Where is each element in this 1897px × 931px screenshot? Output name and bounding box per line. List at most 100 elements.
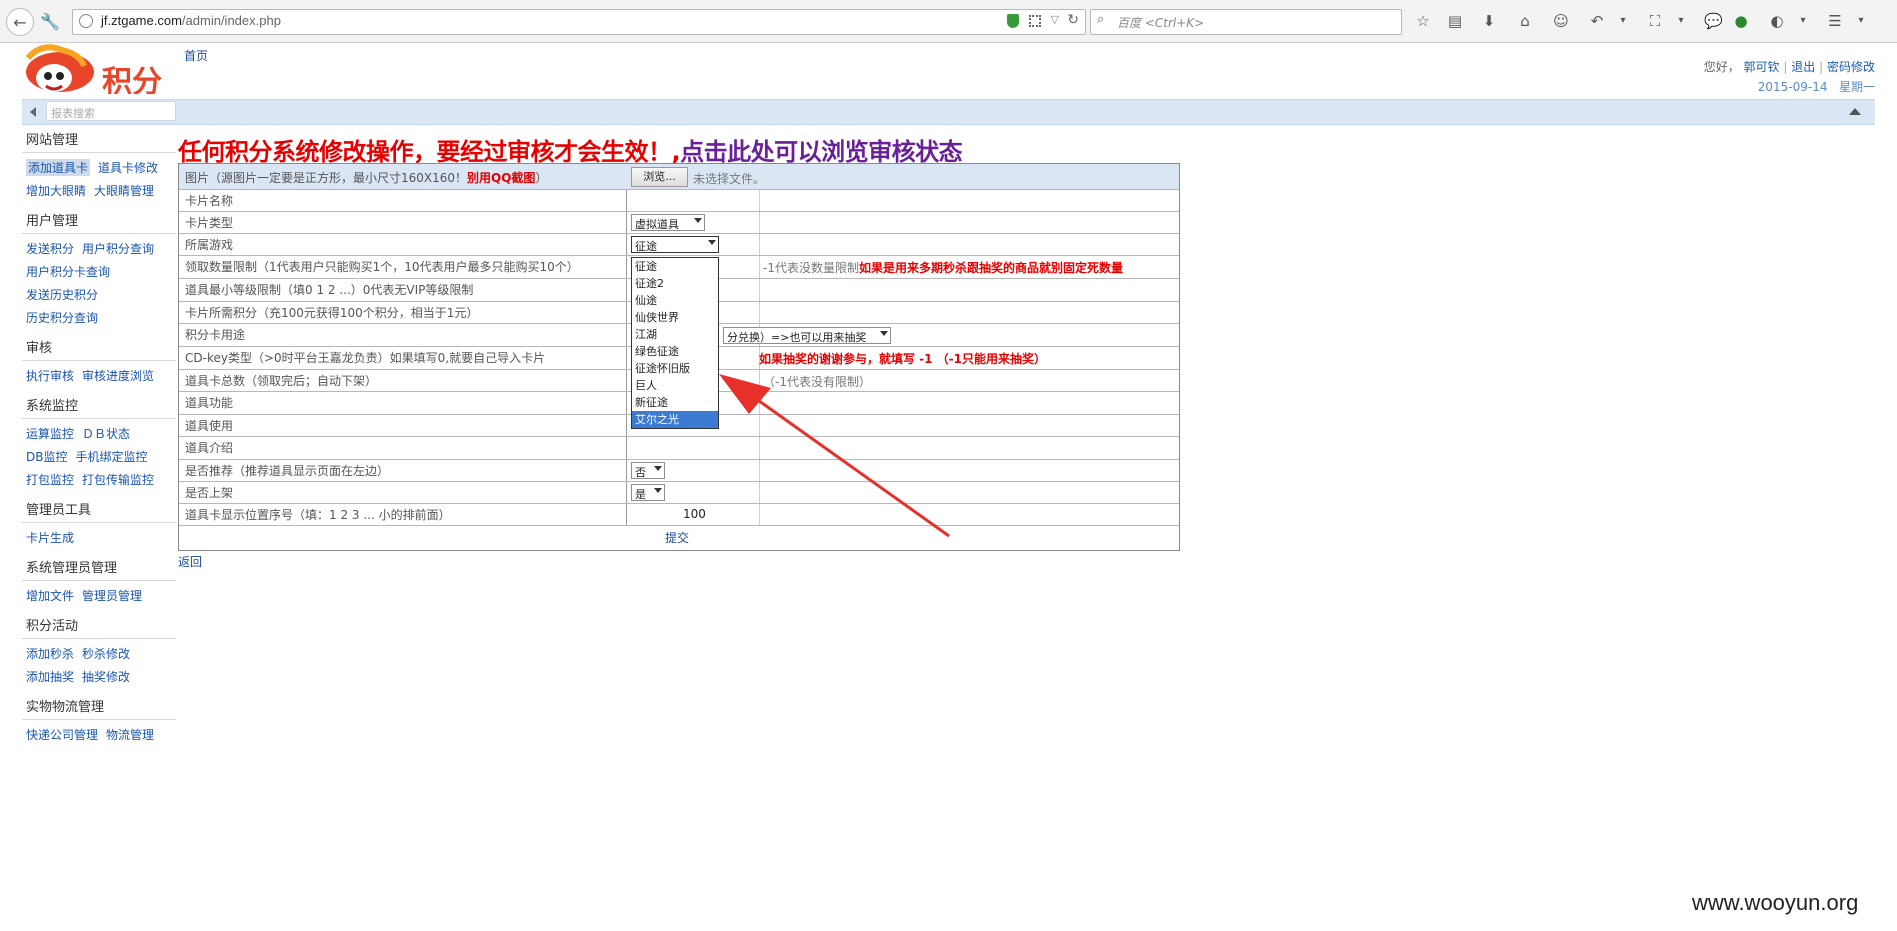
game-option[interactable]: 征途 [632,258,718,275]
qrcode-icon[interactable] [1029,15,1041,27]
order-input[interactable]: 100 [683,507,706,521]
form-row-card-name: 卡片名称 [179,190,1179,212]
sidebar-item[interactable]: 快递公司管理 [26,726,98,743]
dropdown-icon[interactable]: ▾ [1852,12,1870,30]
usage-select[interactable]: 分兑换）=>也可以用来抽奖 [723,327,891,344]
form-row-game: 所属游戏 征途 [179,234,1179,256]
sidebar-item[interactable]: 发送积分 [26,240,74,257]
sidebar-item[interactable]: 执行审核 [26,367,74,384]
sidebar-item[interactable]: ＤＢ状态 [82,425,130,442]
form-row-recommend: 是否推荐（推荐道具显示页面在左边） 否 [179,460,1179,482]
sidebar-item[interactable]: 手机绑定监控 [75,448,147,465]
sidebar-row: 增加文件 管理员管理 [22,585,176,608]
sidebar-row: 添加抽奖 抽奖修改 [22,666,176,689]
sidebar-item[interactable]: 抽奖修改 [82,668,130,685]
game-select[interactable]: 征途 [631,236,719,253]
emoji-icon[interactable]: ☺ [1552,12,1570,30]
sidebar-item[interactable]: 历史积分查询 [26,309,98,326]
sidebar-item[interactable]: 用户积分卡查询 [26,263,110,280]
sidebar-item[interactable]: 运算监控 [26,425,74,442]
date-display: 2015-09-14 星期一 [1757,80,1875,94]
sidebar-item[interactable]: 审核进度浏览 [82,367,154,384]
game-option[interactable]: 巨人 [632,377,718,394]
security-shield-icon[interactable] [1007,14,1019,28]
menu-icon[interactable]: ☰ [1826,12,1844,30]
history-dropdown-icon[interactable]: ▽ [1051,13,1059,26]
recommend-select[interactable]: 否 [631,462,665,479]
form-row-submit: 提交 [179,526,1179,550]
back-button[interactable]: ← [6,8,34,36]
home-link[interactable]: 首页 [184,47,208,64]
undo-icon[interactable]: ↶ [1588,12,1606,30]
sidebar-item[interactable]: 秒杀修改 [82,645,130,662]
audit-notice[interactable]: 任何积分系统修改操作，要经过审核才会生效！,点击此处可以浏览审核状态 [178,132,963,167]
search-placeholder: 百度 <Ctrl+K> [1117,16,1205,30]
sidebar-item[interactable]: 增加大眼睛 [26,182,86,199]
sidebar-section-title: 网站管理 [22,126,176,153]
url-text: jf.ztgame.com/admin/index.php [101,13,281,28]
sidebar-item[interactable]: 卡片生成 [26,529,74,546]
sidebar-item[interactable]: 大眼睛管理 [94,182,154,199]
sidebar-section-title: 系统监控 [22,392,176,419]
sidebar-section-title: 用户管理 [22,207,176,234]
browser-toolbar: ← 🔧 jf.ztgame.com/admin/index.php ▽ ↻ ⌕ … [0,0,1897,43]
sidebar-item[interactable]: 道具卡修改 [98,159,158,176]
sidebar-item[interactable]: 增加文件 [26,587,74,604]
sidebar-item[interactable]: 物流管理 [106,726,154,743]
sidebar-item[interactable]: 添加抽奖 [26,668,74,685]
chat-icon[interactable]: 💬 [1704,12,1723,30]
sidebar-item[interactable]: 发送历史积分 [26,286,98,303]
form-row-intro: 道具介绍 [179,437,1179,460]
card-type-select[interactable]: 虚拟道具 [631,214,705,231]
eye-icon[interactable]: ◐ [1768,12,1786,30]
extension-green-icon[interactable]: ● [1732,12,1750,30]
reload-icon[interactable]: ↻ [1067,12,1079,28]
reading-list-icon[interactable]: ▤ [1446,12,1464,30]
sidebar-item[interactable]: 打包监控 [26,471,74,488]
game-option[interactable]: 江湖 [632,326,718,343]
change-password-link[interactable]: 密码修改 [1827,60,1875,74]
download-icon[interactable]: ⬇ [1480,12,1498,30]
sidebar-row: 执行审核 审核进度浏览 [22,365,176,388]
collapse-left-icon[interactable] [30,107,36,117]
sidebar-item[interactable]: 用户积分查询 [82,240,154,257]
home-icon[interactable]: ⌂ [1516,12,1534,30]
sidebar-item[interactable]: 添加秒杀 [26,645,74,662]
dropdown-icon[interactable]: ▾ [1794,12,1812,30]
username-link[interactable]: 郭可钦 [1744,60,1780,74]
crop-icon[interactable]: ⛶ [1646,12,1664,30]
sidebar-row: 历史积分查询 [22,307,176,330]
sidebar-item[interactable]: 管理员管理 [82,587,142,604]
sidebar-item[interactable]: 打包传输监控 [82,471,154,488]
sidebar-item[interactable]: 添加道具卡 [26,159,91,176]
sidebar-section-title: 实物物流管理 [22,693,176,720]
game-option[interactable]: 艾尔之光 [632,411,718,428]
game-option[interactable]: 仙侠世界 [632,309,718,326]
game-dropdown-list[interactable]: 征途 征途2 仙途 仙侠世界 江湖 绿色征途 征途怀旧版 巨人 新征途 艾尔之光 [631,257,719,429]
sidebar-item[interactable]: DB监控 [26,448,67,465]
report-search-input[interactable]: 报表搜索 [46,101,176,121]
game-option[interactable]: 征途2 [632,275,718,292]
watermark: www.wooyun.org [1692,890,1859,915]
logout-link[interactable]: 退出 [1791,60,1815,74]
audit-status-link[interactable]: 点击此处可以浏览审核状态 [680,138,963,166]
game-option[interactable]: 仙途 [632,292,718,309]
game-option[interactable]: 新征途 [632,394,718,411]
bookmark-star-icon[interactable]: ☆ [1414,12,1432,30]
form-row-card-type: 卡片类型 虚拟道具 [179,212,1179,234]
submit-link[interactable]: 提交 [665,529,689,546]
game-option[interactable]: 征途怀旧版 [632,360,718,377]
collapse-up-icon[interactable] [1849,108,1861,115]
browse-button[interactable]: 浏览... [631,167,688,187]
search-bar[interactable]: ⌕ 百度 <Ctrl+K> [1090,9,1402,35]
on-shelf-select[interactable]: 是 [631,484,665,501]
annotation-arrow [719,374,950,538]
dropdown-icon[interactable]: ▾ [1614,12,1632,30]
address-bar[interactable]: jf.ztgame.com/admin/index.php ▽ ↻ [72,9,1086,35]
form-row-order: 道具卡显示位置序号（填：1 2 3 ... 小的排前面） 100 [179,504,1179,526]
game-option[interactable]: 绿色征途 [632,343,718,360]
dropdown-icon[interactable]: ▾ [1672,12,1690,30]
identity-icon[interactable]: 🔧 [38,8,62,34]
sidebar-row: 打包监控 打包传输监控 [22,469,176,492]
back-link[interactable]: 返回 [178,553,202,570]
